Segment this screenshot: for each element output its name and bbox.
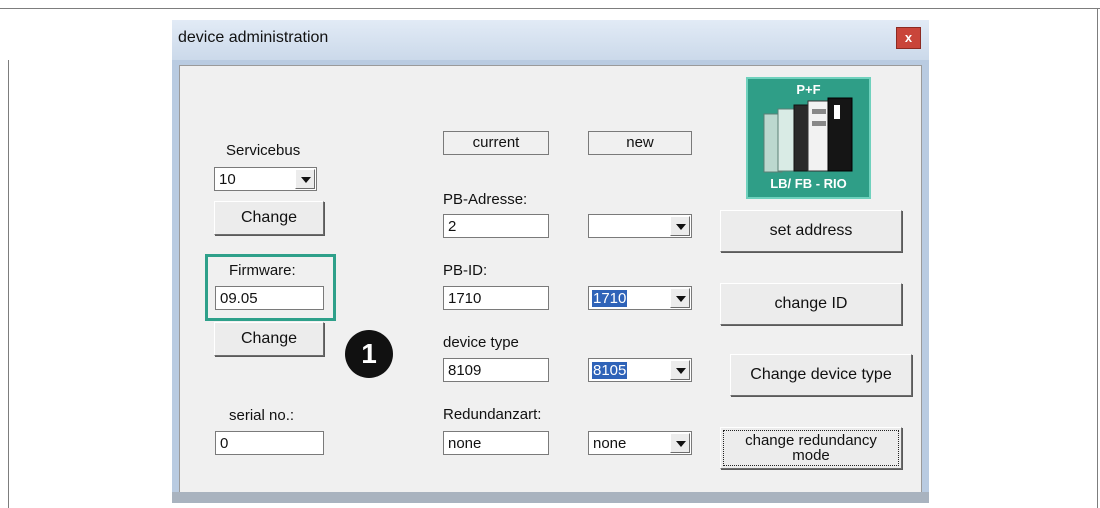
pb-id-label: PB-ID: [443,262,488,279]
firmware-change-button[interactable]: Change [214,322,324,356]
callout-marker: 1 [345,330,393,378]
servicebus-change-button[interactable]: Change [214,201,324,235]
pb-id-new-select[interactable]: 1710 [588,286,692,310]
pb-id-new-value: 1710 [592,290,628,307]
pb-address-new-select[interactable] [588,214,692,238]
logo-bottom-text: LB/ FB - RIO [770,176,847,191]
serial-label: serial no.: [229,407,295,424]
device-type-new-value: 8105 [592,362,628,379]
chevron-down-icon[interactable] [670,288,690,308]
change-id-button[interactable]: change ID [720,283,902,325]
firmware-field[interactable]: 09.05 [215,286,324,310]
chevron-down-icon[interactable] [670,360,690,380]
servicebus-label: Servicebus [226,142,301,159]
chevron-down-icon[interactable] [670,216,690,236]
redundancy-new-select[interactable]: none [588,431,692,455]
redundancy-new-value: none [593,435,627,452]
close-button[interactable]: x [896,27,921,49]
pb-id-current-field[interactable]: 1710 [443,286,549,310]
pb-address-current-field[interactable]: 2 [443,214,549,238]
window-title: device administration [178,29,329,46]
redundancy-label: Redundanzart: [443,406,542,423]
firmware-label: Firmware: [229,262,296,279]
set-address-button[interactable]: set address [720,210,902,252]
serial-field[interactable]: 0 [215,431,324,455]
close-icon: x [904,30,913,45]
window-bottom-edge [172,492,929,503]
frame-right-border [1097,8,1098,508]
change-redundancy-mode-button[interactable]: change redundancy mode [720,427,902,469]
pb-address-label: PB-Adresse: [443,191,528,208]
device-type-current-field[interactable]: 8109 [443,358,549,382]
servicebus-select[interactable]: 10 [214,167,317,191]
change-device-type-button[interactable]: Change device type [730,354,912,396]
redundancy-current-field[interactable]: none [443,431,549,455]
device-type-label: device type [443,334,519,351]
frame-left-border [8,60,9,508]
current-column-header: current [443,131,549,155]
chevron-down-icon[interactable] [295,169,315,189]
pf-logo: P+F LB/ FB - RIO [746,77,871,199]
chevron-down-icon[interactable] [670,433,690,453]
frame-top-border [0,8,1100,9]
device-type-new-select[interactable]: 8105 [588,358,692,382]
new-column-header: new [588,131,692,155]
servicebus-value: 10 [219,171,236,188]
title-bar: device administration x [172,20,929,60]
